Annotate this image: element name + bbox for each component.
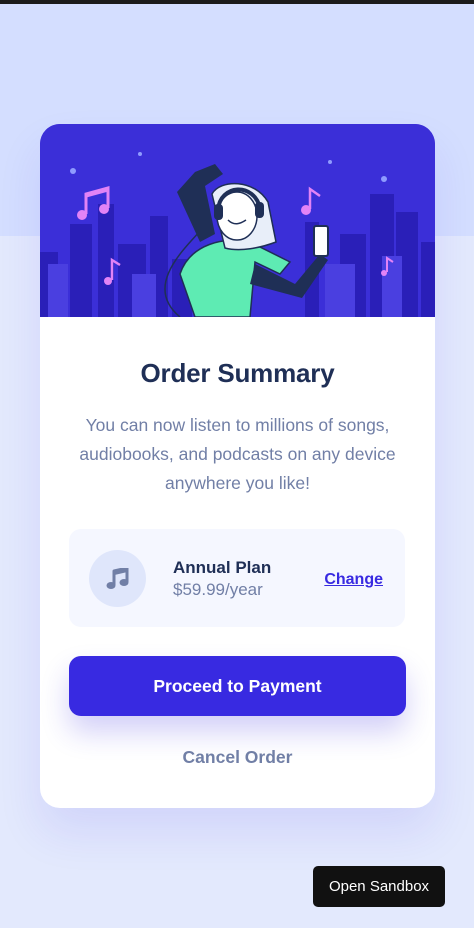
page-title: Order Summary: [140, 358, 335, 388]
hero-image: [40, 124, 435, 317]
order-summary-card: Order Summary You can now listen to mill…: [40, 124, 435, 808]
open-sandbox-button[interactable]: Open Sandbox: [313, 866, 445, 907]
plan-summary: Annual Plan $59.99/year Change: [69, 529, 405, 627]
proceed-to-payment-button[interactable]: Proceed to Payment: [69, 656, 406, 716]
music-note-icon: [89, 550, 146, 607]
plan-price: $59.99/year: [173, 580, 263, 599]
plan-name: Annual Plan: [173, 558, 272, 577]
cancel-order-button[interactable]: Cancel Order: [69, 741, 406, 773]
order-description: You can now listen to millions of songs,…: [79, 415, 396, 493]
change-plan-link[interactable]: Change: [324, 571, 383, 589]
hero-illustration: [40, 124, 435, 317]
